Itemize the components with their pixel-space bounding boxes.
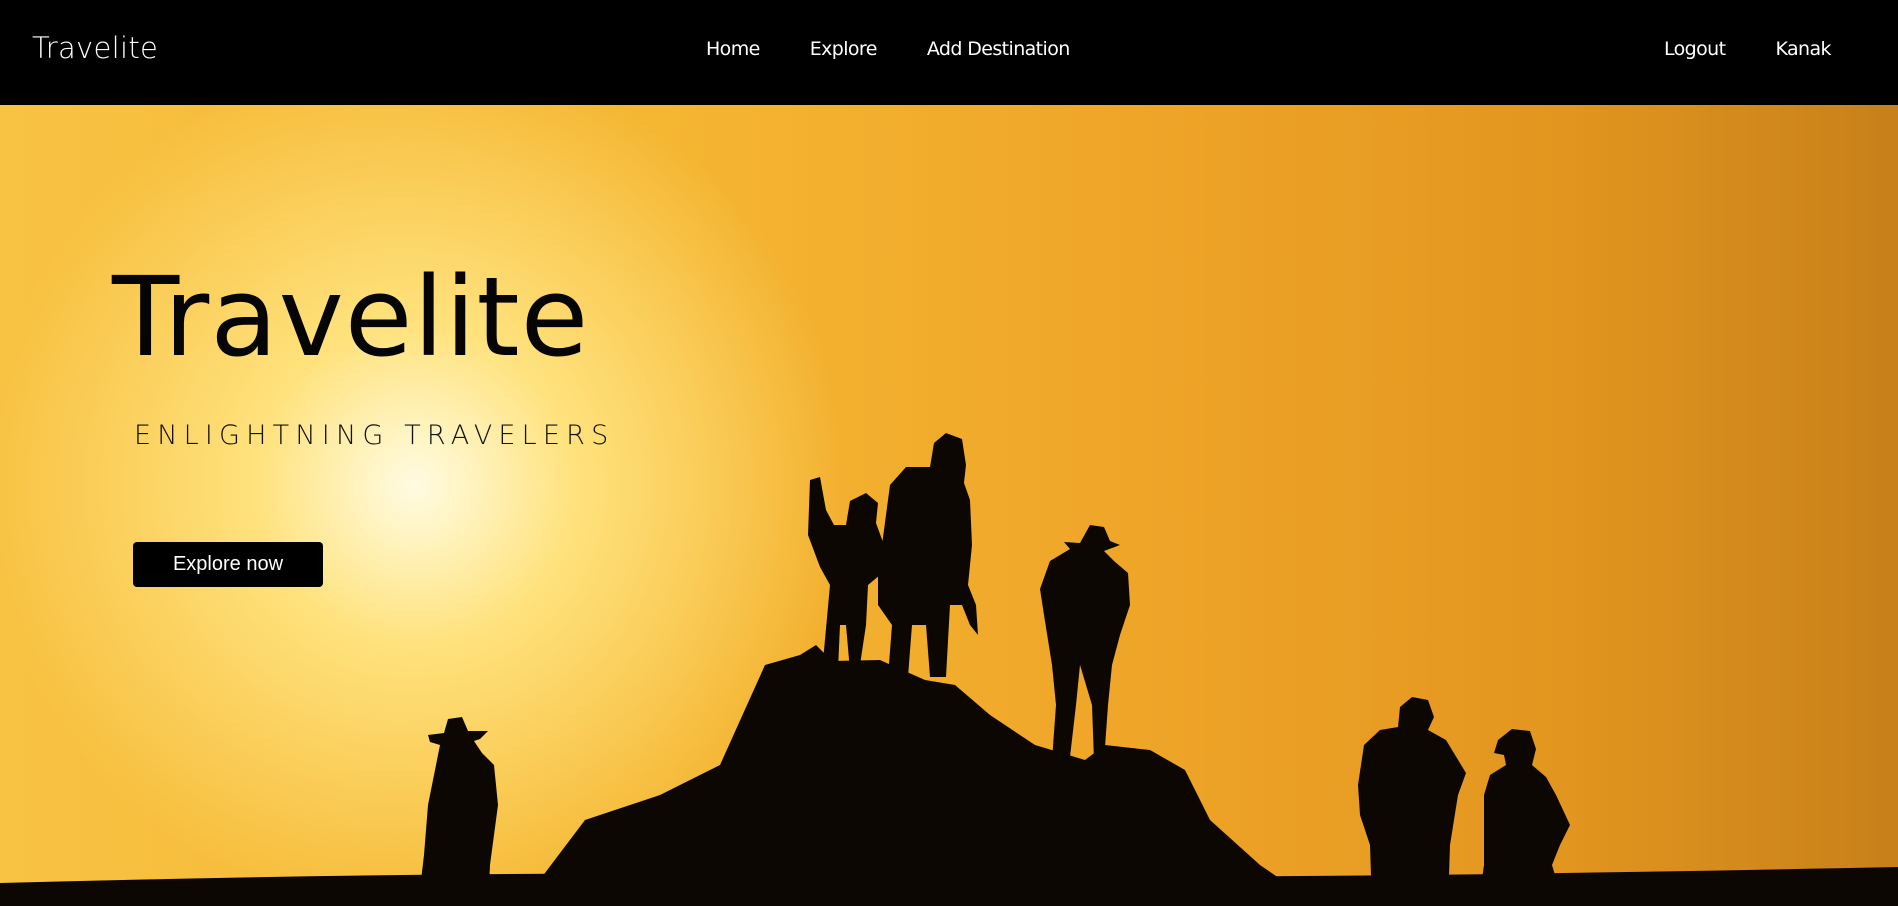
brand-logo-link[interactable]: Travelite xyxy=(32,31,158,65)
nav-link-explore[interactable]: Explore xyxy=(810,38,878,60)
main-nav: Home Explore Add Destination xyxy=(706,38,1070,60)
hero-title: Travelite xyxy=(112,253,590,381)
hero-subtitle: ENLIGHTNING TRAVELERS xyxy=(134,420,615,451)
top-navbar: Travelite Home Explore Add Destination L… xyxy=(0,0,1898,105)
nav-link-add-destination[interactable]: Add Destination xyxy=(927,38,1070,60)
nav-link-user-profile[interactable]: Kanak xyxy=(1775,38,1831,60)
page: Travelite Home Explore Add Destination L… xyxy=(0,0,1898,906)
user-nav: Logout Kanak xyxy=(1664,38,1832,60)
nav-link-home[interactable]: Home xyxy=(706,38,760,60)
hero-background-image xyxy=(0,433,1898,906)
hero-section: Travelite ENLIGHTNING TRAVELERS Explore … xyxy=(0,105,1898,906)
explore-now-button[interactable]: Explore now xyxy=(133,542,323,587)
nav-link-logout[interactable]: Logout xyxy=(1664,38,1726,60)
